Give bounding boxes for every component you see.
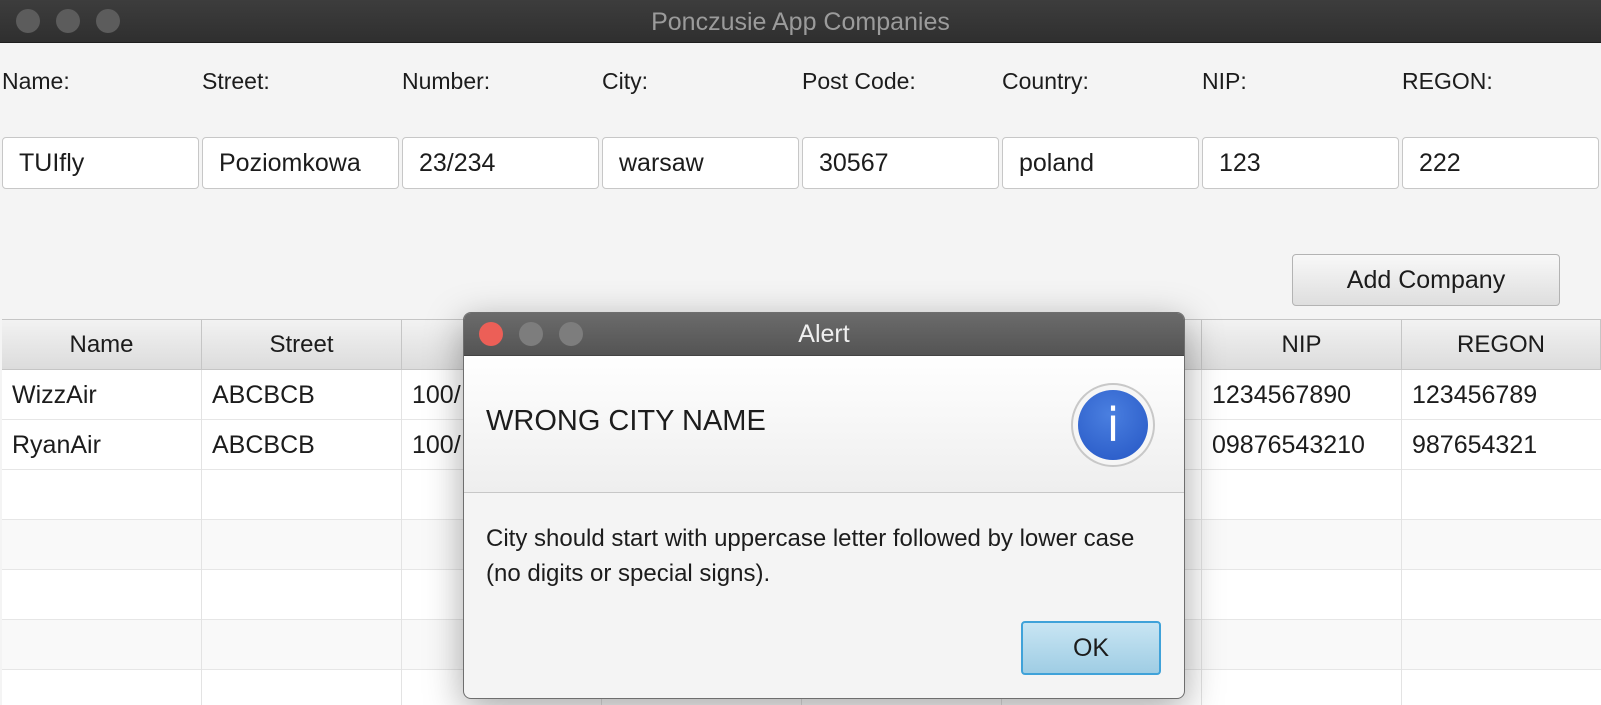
dialog-header-text: WRONG CITY NAME [486,405,766,437]
number-field[interactable] [402,137,599,189]
table-cell: 09876543210 [1212,431,1365,459]
nip-field[interactable] [1202,137,1399,189]
table-cell: 123456789 [1412,381,1538,409]
window-title: Ponczusie App Companies [651,8,950,36]
info-icon: i [1071,383,1155,467]
alert-dialog: Alert WRONG CITY NAME i City should star… [463,312,1185,699]
dialog-header: WRONG CITY NAME i [464,356,1184,493]
table-cell: 1234567890 [1212,381,1352,409]
number-label: Number: [402,68,491,94]
table-cell: RyanAir [12,431,101,459]
regon-field[interactable] [1402,137,1599,189]
column-divider [201,370,202,705]
street-label: Street: [202,68,270,94]
regon-label: REGON: [1402,68,1493,94]
column-divider [1201,370,1202,705]
table-cell: ABCBCB [212,381,315,409]
column-header-street[interactable]: Street [202,320,402,370]
city-label: City: [602,68,648,94]
window-titlebar: Ponczusie App Companies [0,0,1601,43]
city-field[interactable] [602,137,799,189]
dialog-message: City should start with uppercase letter … [486,525,1135,587]
nip-label: NIP: [1202,68,1247,94]
name-field[interactable] [2,137,199,189]
column-divider [1401,370,1402,705]
post-code-field[interactable] [802,137,999,189]
name-label: Name: [2,68,70,94]
table-cell: 987654321 [1412,431,1538,459]
table-cell: ABCBCB [212,431,315,459]
post-code-label: Post Code: [802,68,916,94]
info-icon-glyph: i [1078,390,1148,460]
country-label: Country: [1002,68,1089,94]
country-field[interactable] [1002,137,1199,189]
street-field[interactable] [202,137,399,189]
column-header-name[interactable]: Name [2,320,202,370]
column-header-nip[interactable]: NIP [1202,320,1402,370]
ok-button[interactable]: OK [1021,621,1161,675]
column-header-regon[interactable]: REGON [1402,320,1601,370]
table-cell: WizzAir [12,381,97,409]
column-divider [401,370,402,705]
dialog-titlebar: Alert [464,313,1184,356]
add-company-button[interactable]: Add Company [1292,254,1560,306]
dialog-title: Alert [798,320,850,348]
